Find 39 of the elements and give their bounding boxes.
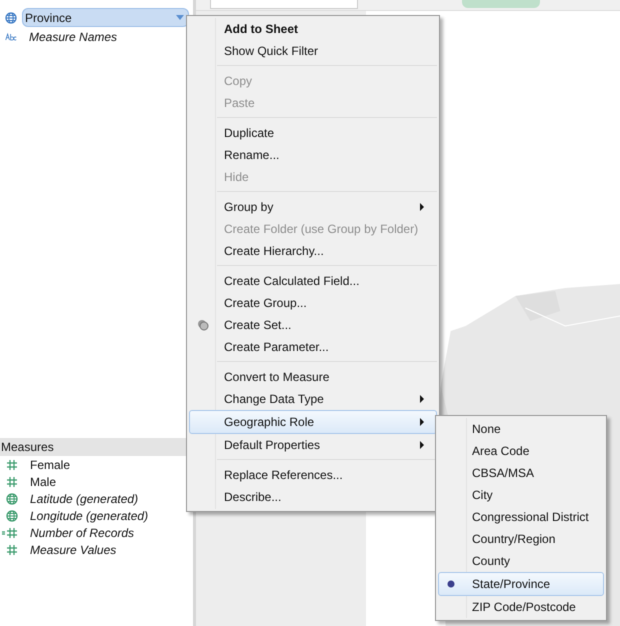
dropdown-caret-icon[interactable] — [176, 15, 184, 20]
menu-item[interactable]: Create Set... — [189, 314, 437, 336]
shelf-field[interactable] — [210, 0, 358, 9]
measure-field[interactable]: Longitude (generated) — [0, 507, 193, 524]
globe-icon — [6, 492, 18, 504]
menu-item[interactable]: Geographic Role — [189, 410, 437, 434]
menu-item[interactable]: Group by — [189, 196, 437, 218]
menu-item[interactable]: Rename... — [189, 144, 437, 166]
abc-icon — [5, 30, 17, 42]
radio-dot-icon — [447, 580, 455, 588]
set-icon — [197, 319, 209, 331]
dimension-field[interactable]: Measure Names — [2, 27, 189, 46]
menu-item[interactable]: CBSA/MSA — [438, 462, 604, 484]
menu-item[interactable]: Convert to Measure — [189, 366, 437, 388]
menu-item[interactable]: Add to Sheet — [189, 18, 437, 40]
menu-item[interactable]: None — [438, 418, 604, 440]
field-pill[interactable] — [462, 0, 540, 8]
menu-item[interactable]: Area Code — [438, 440, 604, 462]
hash-icon — [6, 476, 18, 488]
menu-item[interactable]: County — [438, 550, 604, 572]
hash-icon — [6, 458, 18, 470]
menu-item[interactable]: State/Province — [438, 572, 604, 596]
menu-item[interactable]: Create Parameter... — [189, 336, 437, 358]
hash-icon — [2, 526, 18, 538]
globe-icon — [5, 12, 17, 24]
menu-item[interactable]: Country/Region — [438, 528, 604, 550]
menu-item[interactable]: Change Data Type — [189, 388, 437, 410]
menu-item[interactable]: ZIP Code/Postcode — [438, 596, 604, 618]
menu-item[interactable]: Duplicate — [189, 122, 437, 144]
measure-field[interactable]: Number of Records — [0, 524, 193, 541]
menu-item[interactable]: Show Quick Filter — [189, 40, 437, 62]
menu-item[interactable]: Congressional District — [438, 506, 604, 528]
measure-field[interactable]: Measure Values — [0, 541, 193, 558]
menu-item[interactable]: Create Hierarchy... — [189, 240, 437, 262]
menu-item[interactable]: Create Calculated Field... — [189, 270, 437, 292]
hash-icon — [6, 544, 18, 556]
menu-item[interactable]: Create Group... — [189, 292, 437, 314]
globe-icon — [6, 510, 18, 522]
menu-item[interactable]: City — [438, 484, 604, 506]
